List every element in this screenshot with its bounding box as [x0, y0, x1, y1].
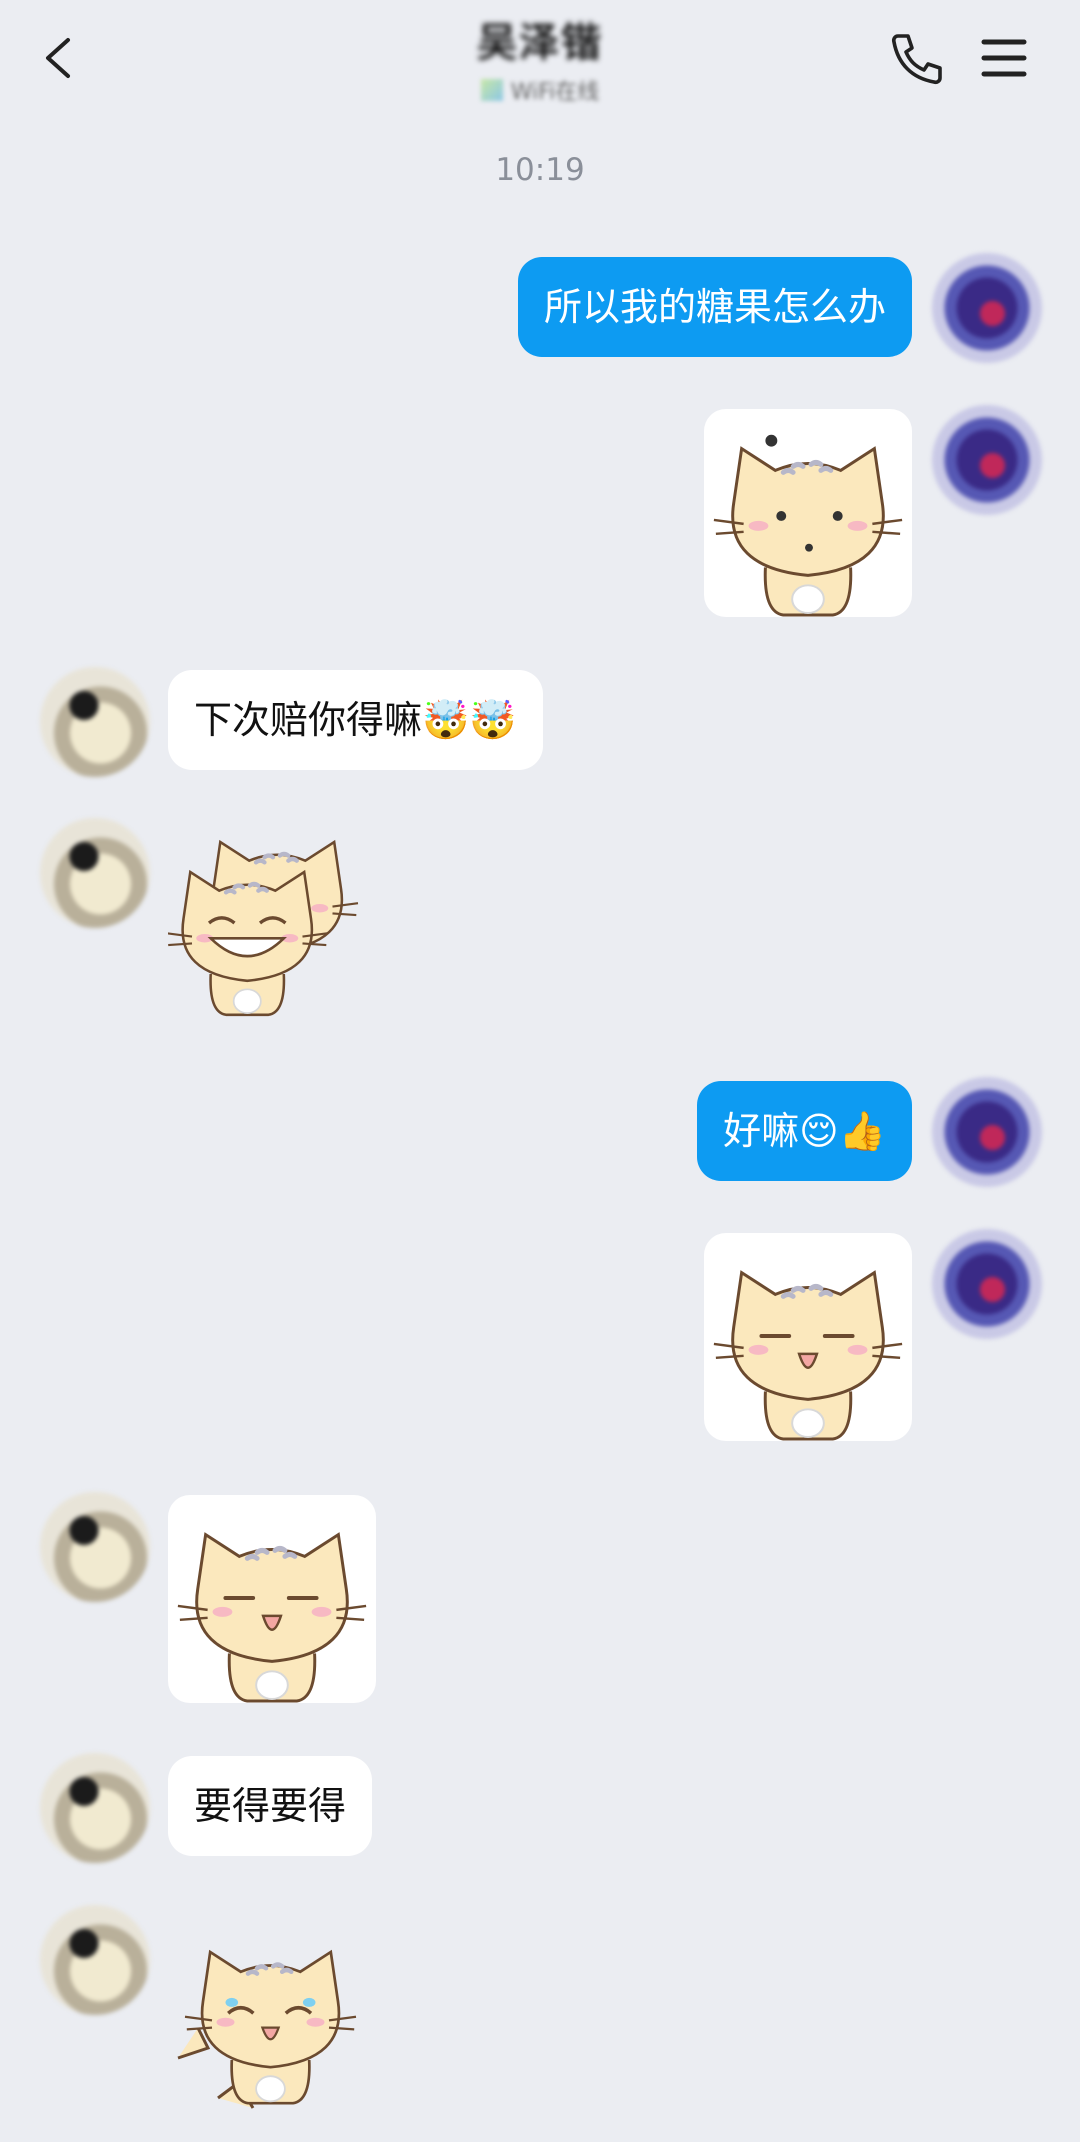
cat-sticker-surprised [704, 434, 912, 617]
avatar-contact[interactable] [40, 818, 150, 928]
cat-sticker-laugh-tears [177, 1908, 378, 2109]
contact-status: WiFi在线 [340, 74, 740, 106]
avatar-contact[interactable] [40, 667, 150, 777]
message-bubble-incoming[interactable]: 要得要得 [168, 1756, 373, 1856]
message-bubble-incoming[interactable]: 下次赔你得嘛🤯🤯 [168, 670, 543, 770]
cat-sticker-grin-double [168, 818, 378, 1017]
message-text: 要得要得 [194, 1784, 347, 1828]
message-text: 所以我的糖果怎么办 [543, 285, 886, 329]
phone-icon [891, 34, 942, 85]
status-icon [480, 79, 503, 101]
avatar-contact[interactable] [40, 1492, 150, 1602]
avatar-me[interactable] [932, 253, 1042, 363]
message-text: 下次赔你得嘛🤯🤯 [194, 698, 517, 742]
sticker-message-incoming[interactable] [168, 818, 378, 1028]
sticker-message-outgoing[interactable] [704, 1233, 912, 1441]
menu-button[interactable] [976, 30, 1032, 86]
chevron-left-icon [46, 38, 70, 78]
status-text: WiFi在线 [510, 80, 600, 105]
avatar-me[interactable] [932, 1077, 1042, 1187]
message-bubble-outgoing[interactable]: 好嘛😌👍 [697, 1081, 912, 1181]
sticker-message-outgoing[interactable] [704, 409, 912, 617]
message-bubble-outgoing[interactable]: 所以我的糖果怎么办 [517, 257, 912, 357]
cat-sticker-happy [704, 1233, 912, 1441]
message-text: 好嘛😌👍 [723, 1109, 886, 1153]
avatar-me[interactable] [932, 405, 1042, 515]
back-button[interactable] [30, 28, 90, 88]
hamburger-menu-icon [981, 39, 1027, 77]
message-timestamp: 10:19 [495, 152, 585, 188]
sticker-message-incoming[interactable] [168, 1495, 376, 1703]
chat-header[interactable]: 吴泽锴 WiFi在线 [340, 10, 740, 106]
call-button[interactable] [884, 26, 950, 92]
avatar-contact[interactable] [40, 1753, 150, 1863]
avatar-me[interactable] [932, 1229, 1042, 1339]
contact-name: 吴泽锴 [477, 20, 603, 66]
avatar-contact[interactable] [40, 1905, 150, 2015]
cat-sticker-happy [168, 1495, 376, 1703]
sticker-message-incoming[interactable] [168, 1908, 378, 2118]
